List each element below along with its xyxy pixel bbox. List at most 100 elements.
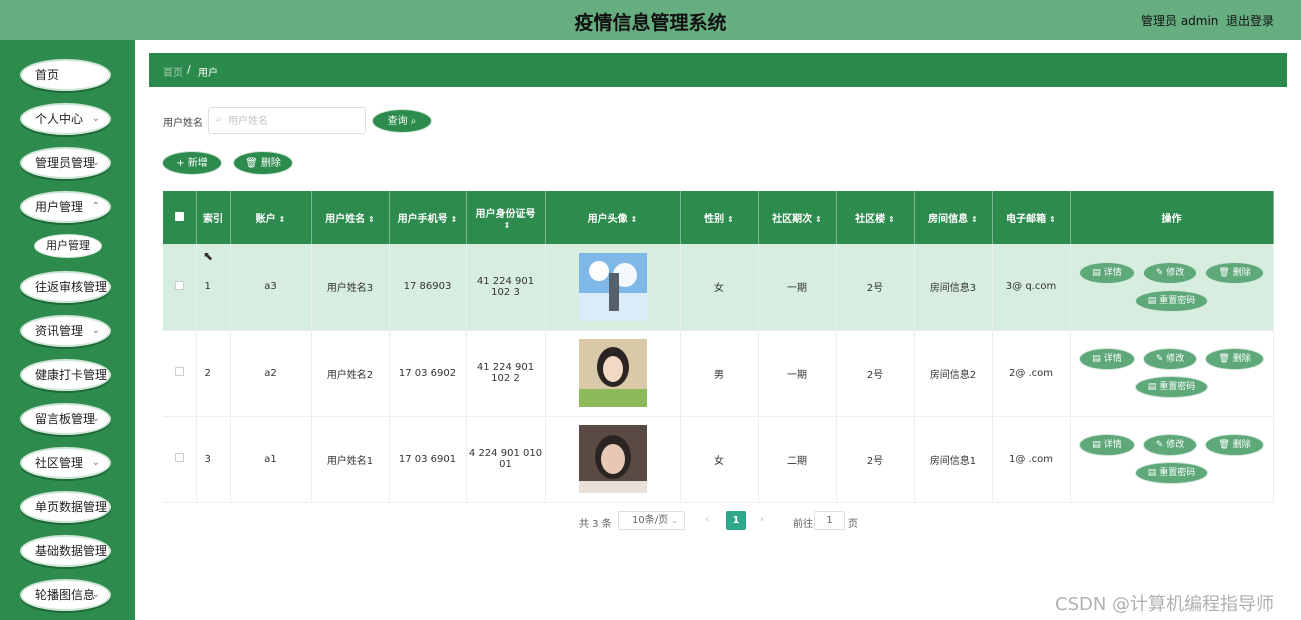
detail-button[interactable]: ▤ 详情: [1079, 434, 1135, 456]
col-room[interactable]: 房间信息 ⇕: [914, 191, 993, 244]
goto-page-input[interactable]: 1: [814, 511, 845, 530]
detail-button[interactable]: ▤ 详情: [1079, 348, 1135, 370]
col-id-card[interactable]: 用户身份证号 ⇕: [466, 191, 546, 244]
breadcrumb-home[interactable]: 首页: [163, 64, 183, 79]
user-table: 索引 账户 ⇕ 用户姓名 ⇕ 用户手机号 ⇕ 用户身份证号 ⇕ 用户头像 ⇕ 性别 ⇕ 社区…: [163, 191, 1274, 503]
trash-icon: 🗑: [1218, 440, 1230, 450]
document-icon: ▤: [1092, 267, 1101, 278]
sidebar-item-news[interactable]: 资讯管理 ⌄: [20, 315, 111, 347]
col-gender[interactable]: 性别 ⇕: [680, 191, 759, 244]
sidebar-item-travel-review[interactable]: 往返审核管理: [20, 271, 111, 303]
sidebar-item-label: 社区管理: [35, 456, 84, 470]
col-avatar[interactable]: 用户头像 ⇕: [545, 191, 681, 244]
row-checkbox[interactable]: [174, 453, 184, 462]
page-size-value: 10条/页: [632, 515, 669, 526]
cell-phase: 一期: [758, 244, 837, 331]
search-label: 用户姓名: [163, 118, 203, 129]
col-phone[interactable]: 用户手机号 ⇕: [389, 191, 467, 244]
cell-ops: ▤ 详情 ✎ 修改 🗑 删除 ▤ 重置密码: [1070, 330, 1274, 417]
select-all-cell[interactable]: [163, 191, 197, 244]
chevron-down-icon: ⌄: [671, 516, 678, 525]
document-icon: ▤: [1147, 468, 1157, 478]
sidebar-item-health-checkin[interactable]: 健康打卡管理: [20, 359, 111, 391]
cell-room: 房间信息1: [914, 416, 993, 503]
logout-link[interactable]: 退出登录: [1226, 12, 1274, 29]
cell-avatar: [545, 330, 681, 417]
delete-button[interactable]: 🗑 删除: [1205, 434, 1264, 456]
sidebar-item-label: 首页: [35, 68, 60, 82]
cell-name: 用户姓名2: [311, 330, 390, 417]
sidebar-item-home[interactable]: 首页: [20, 59, 111, 91]
sidebar-item-base-data[interactable]: 基础数据管理: [20, 535, 111, 567]
next-page-icon[interactable]: ›: [760, 514, 764, 525]
col-email[interactable]: 电子邮箱 ⇕: [992, 191, 1071, 244]
edit-button[interactable]: ✎ 修改: [1142, 261, 1198, 284]
sidebar-item-message-board[interactable]: 留言板管理 ⌄: [20, 403, 111, 435]
sort-icon[interactable]: ⇕: [888, 215, 895, 224]
app-title: 疫情信息管理系统: [574, 12, 727, 34]
table-row[interactable]: 1 a3 用户姓名3 17 86903 41 224 901 102 3 女 一…: [163, 244, 1274, 331]
sidebar-item-community[interactable]: 社区管理 ⌄: [20, 447, 111, 479]
edit-button[interactable]: ✎ 修改: [1142, 434, 1198, 456]
chevron-down-icon: ⌄: [91, 325, 100, 336]
search-input[interactable]: [228, 112, 358, 130]
sidebar-item-label: 管理员管理: [35, 156, 96, 170]
batch-delete-button[interactable]: 🗑 删除: [233, 151, 293, 175]
cell-gender: 男: [680, 330, 759, 417]
detail-button[interactable]: ▤ 详情: [1079, 261, 1135, 284]
sort-icon[interactable]: ⇕: [279, 215, 286, 224]
reset-password-button[interactable]: ▤ 重置密码: [1134, 289, 1209, 312]
sort-icon[interactable]: ⇕: [1049, 215, 1056, 224]
cell-phone: 17 03 6902: [389, 330, 467, 417]
sidebar-item-admins[interactable]: 管理员管理 ⌄: [20, 147, 111, 179]
sort-icon[interactable]: ⇕: [451, 215, 458, 224]
reset-password-button[interactable]: ▤ 重置密码: [1134, 462, 1209, 484]
avatar: [578, 425, 647, 493]
cell-account: a3: [230, 244, 312, 331]
col-name[interactable]: 用户姓名 ⇕: [311, 191, 390, 244]
delete-button[interactable]: 🗑 删除: [1205, 348, 1264, 370]
document-icon: ▤: [1092, 354, 1101, 364]
sort-icon[interactable]: ⇕: [815, 215, 822, 224]
chevron-down-icon: ⌄: [91, 413, 100, 424]
page-size-select[interactable]: 10条/页 ⌄: [618, 511, 685, 530]
search-icon: ⌕: [216, 114, 222, 125]
sort-icon[interactable]: ⇕: [631, 215, 638, 224]
document-icon: ▤: [1092, 440, 1101, 450]
prev-page-icon[interactable]: ‹: [705, 514, 709, 525]
select-all-checkbox[interactable]: [174, 211, 184, 221]
sidebar-subitem-users[interactable]: 用户管理: [34, 234, 102, 258]
sort-icon[interactable]: ⇕: [368, 215, 375, 224]
goto-label: 前往: [793, 519, 813, 530]
col-ops: 操作: [1070, 191, 1274, 244]
chevron-down-icon: ⌄: [91, 113, 100, 124]
col-phase[interactable]: 社区期次 ⇕: [758, 191, 837, 244]
query-button[interactable]: 查询 ⌕: [372, 109, 432, 133]
chevron-down-icon: ⌄: [91, 457, 100, 468]
cell-name: 用户姓名1: [311, 416, 390, 503]
sidebar-item-label: 基础数据管理: [35, 544, 108, 558]
sidebar-item-label: 个人中心: [35, 112, 84, 126]
table-row[interactable]: 3 a1 用户姓名1 17 03 6901 4 224 901 010 01 女…: [163, 416, 1274, 503]
col-building[interactable]: 社区楼 ⇕: [836, 191, 915, 244]
pagination-total: 共 3 条: [579, 519, 612, 530]
row-checkbox[interactable]: [174, 367, 184, 376]
edit-icon: ✎: [1155, 440, 1164, 450]
sidebar-item-carousel[interactable]: 轮播图信息 ⌄: [20, 579, 111, 611]
sidebar-item-profile[interactable]: 个人中心 ⌄: [20, 103, 111, 135]
sidebar-item-users[interactable]: 用户管理 ⌃: [20, 191, 111, 223]
cell-room: 房间信息3: [914, 244, 993, 331]
reset-password-button[interactable]: ▤ 重置密码: [1134, 376, 1209, 398]
sort-icon[interactable]: ⇕: [727, 215, 734, 224]
row-checkbox[interactable]: [174, 280, 184, 290]
sort-icon[interactable]: ⇕: [971, 215, 978, 224]
edit-button[interactable]: ✎ 修改: [1142, 348, 1198, 370]
add-button[interactable]: + 新增: [162, 151, 222, 175]
page-number-current[interactable]: 1: [726, 511, 746, 530]
delete-button[interactable]: 🗑 删除: [1205, 261, 1264, 284]
cell-gender: 女: [680, 416, 759, 503]
table-row[interactable]: 2 a2 用户姓名2 17 03 6902 41 224 901 102 2 男…: [163, 330, 1274, 417]
col-account[interactable]: 账户 ⇕: [230, 191, 312, 244]
sort-icon[interactable]: ⇕: [504, 221, 511, 230]
document-icon: ▤: [1147, 382, 1157, 392]
